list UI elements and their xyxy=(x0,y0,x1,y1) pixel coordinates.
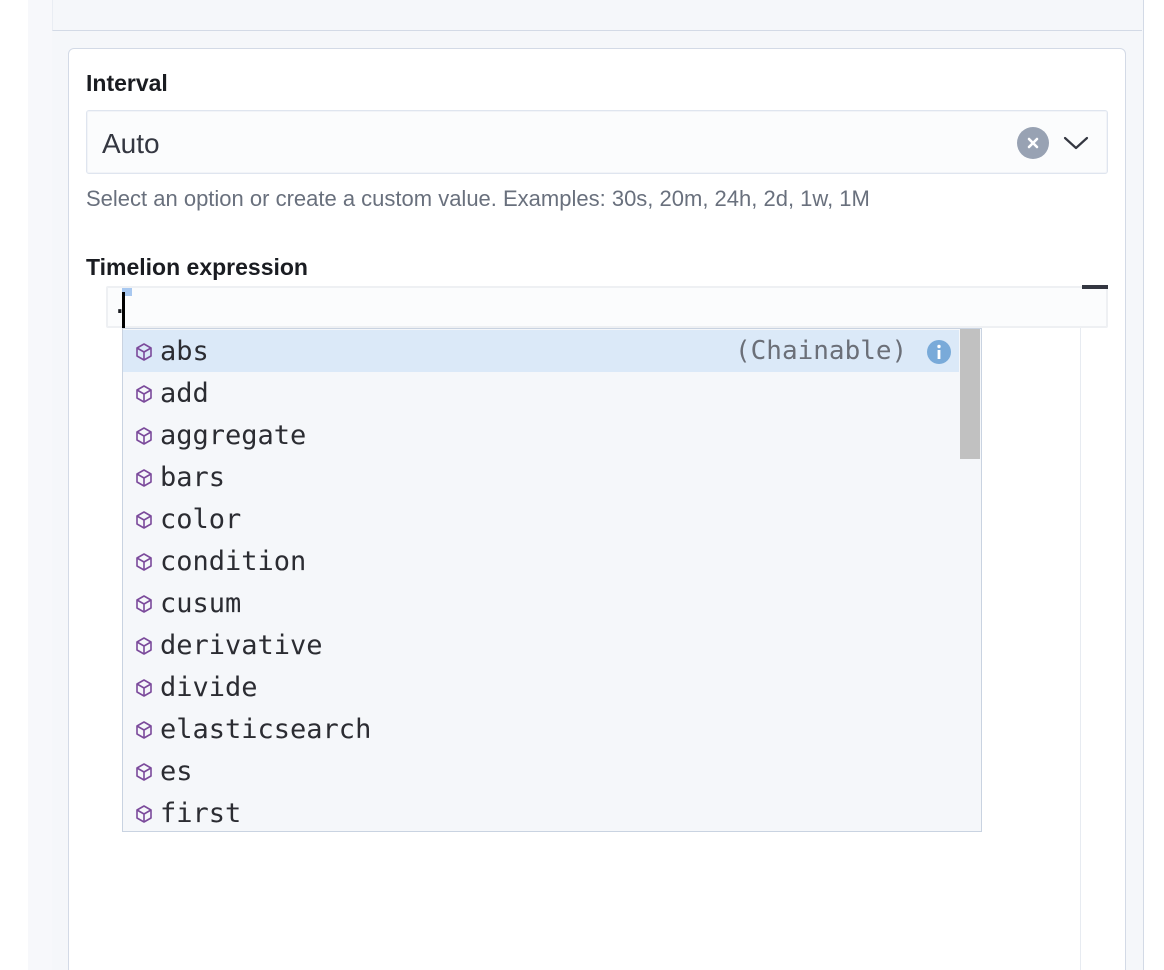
cube-icon xyxy=(133,635,155,657)
info-icon[interactable] xyxy=(926,339,952,365)
interval-label: Interval xyxy=(86,70,168,96)
cube-icon xyxy=(133,719,155,741)
text-cursor xyxy=(122,292,125,328)
cube-icon xyxy=(133,341,155,363)
suggestion-name: first xyxy=(160,798,242,829)
suggestion-item[interactable]: derivative xyxy=(123,624,959,666)
clear-icon[interactable] xyxy=(1017,127,1049,159)
editor-scroll-marker xyxy=(1082,285,1108,289)
suggestion-item[interactable]: first xyxy=(123,792,959,831)
timelion-expression-input[interactable]: . xyxy=(106,286,1108,328)
timelion-label: Timelion expression xyxy=(86,254,308,280)
suggestion-type-tag: (Chainable) xyxy=(735,336,908,366)
cube-icon xyxy=(133,761,155,783)
cube-icon xyxy=(133,593,155,615)
suggestion-item[interactable]: es xyxy=(123,750,959,792)
suggestion-name: derivative xyxy=(160,630,323,661)
interval-combobox[interactable]: Auto xyxy=(86,110,1108,174)
suggestion-item[interactable]: cusum xyxy=(123,582,959,624)
suggestion-name: bars xyxy=(160,462,226,493)
suggestion-name: cusum xyxy=(160,588,242,619)
suggestion-name: abs xyxy=(160,336,209,367)
cube-icon xyxy=(133,551,155,573)
suggestion-item[interactable]: divide xyxy=(123,666,959,708)
suggestion-item[interactable]: elasticsearch xyxy=(123,708,959,750)
suggestion-item[interactable]: color xyxy=(123,498,959,540)
chevron-down-icon[interactable] xyxy=(1063,131,1089,155)
cube-icon xyxy=(133,509,155,531)
suggestion-item[interactable]: condition xyxy=(123,540,959,582)
top-toolbar-strip xyxy=(52,0,1142,31)
cube-icon xyxy=(133,425,155,447)
editor-side-rule xyxy=(1080,328,1081,970)
cube-icon xyxy=(133,677,155,699)
interval-help-text: Select an option or create a custom valu… xyxy=(86,186,870,211)
suggestion-name: es xyxy=(160,756,193,787)
cube-icon xyxy=(133,803,155,825)
suggestion-item[interactable]: add xyxy=(123,372,959,414)
suggestion-name: condition xyxy=(160,546,307,577)
suggestion-name: divide xyxy=(160,672,258,703)
suggestion-item[interactable]: bars xyxy=(123,456,959,498)
suggestion-item[interactable]: abs (Chainable) xyxy=(123,330,959,372)
interval-value[interactable]: Auto xyxy=(102,128,160,160)
cube-icon xyxy=(133,467,155,489)
suggestion-name: add xyxy=(160,378,209,409)
suggestion-name: aggregate xyxy=(160,420,307,451)
suggestion-name: elasticsearch xyxy=(160,714,372,745)
suggestion-list[interactable]: first es elasticsearch divide derivative cusu… xyxy=(122,328,982,832)
left-gutter xyxy=(28,0,52,970)
suggestion-name: color xyxy=(160,504,242,535)
cube-icon xyxy=(133,383,155,405)
suggestion-scrollbar-thumb[interactable] xyxy=(960,329,980,459)
suggestion-item[interactable]: aggregate xyxy=(123,414,959,456)
